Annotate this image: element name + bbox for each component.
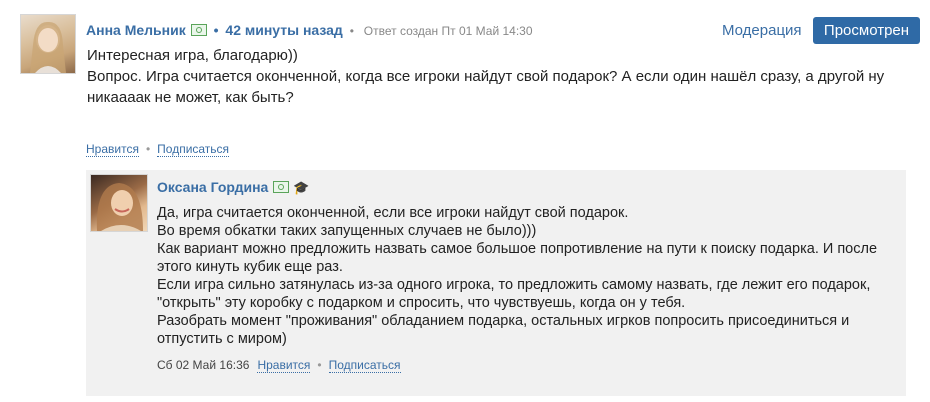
reply-line: Во время обкатки таких запущенных случае… xyxy=(157,223,537,239)
subscribe-link[interactable]: Подписаться xyxy=(328,358,401,373)
reply-author-avatar[interactable] xyxy=(90,174,148,232)
like-link[interactable]: Нравится xyxy=(257,358,311,373)
time-ago[interactable]: 42 минуты назад xyxy=(225,22,342,38)
separator-dot: • xyxy=(145,142,151,156)
comment-text: Интересная игра, благодарю)) Вопрос. Игр… xyxy=(87,45,907,108)
avatar-portrait-icon xyxy=(96,183,143,231)
author-avatar[interactable] xyxy=(20,14,76,74)
viewed-button[interactable]: Просмотрен xyxy=(813,17,920,44)
reply-date: Сб 02 Май 16:36 xyxy=(157,358,250,372)
comment-actions: Нравится • Подписаться xyxy=(86,142,230,157)
author-name[interactable]: Анна Мельник xyxy=(86,22,186,38)
separator-dot: • xyxy=(317,358,322,372)
money-badge-icon xyxy=(273,181,290,193)
comment-line: Интересная игра, благодарю)) xyxy=(87,47,298,64)
moderation-button[interactable]: Модерация xyxy=(722,22,802,39)
subscribe-link[interactable]: Подписаться xyxy=(157,142,230,157)
separator-dot: • xyxy=(349,24,354,38)
created-date: Ответ создан Пт 01 Май 14:30 xyxy=(363,24,533,38)
reply-author-name[interactable]: Оксана Гордина xyxy=(157,179,268,195)
reply-text: Да, игра считается оконченной, если все … xyxy=(157,204,902,348)
separator-dot: • xyxy=(213,22,219,38)
reply-line: Разобрать момент "проживания" обладанием… xyxy=(157,313,850,347)
comment-header: Анна Мельник • 42 минуты назад • Ответ с… xyxy=(86,21,533,40)
like-link[interactable]: Нравится xyxy=(86,142,139,157)
reply-line: Если игра сильно затянулась из-за одного… xyxy=(157,277,871,311)
reply-actions: Сб 02 Май 16:36 Нравится • Подписаться xyxy=(157,358,401,373)
reply-line: Да, игра считается оконченной, если все … xyxy=(157,205,629,221)
reply-header: Оксана Гордина 🎓 xyxy=(157,178,310,197)
graduation-cap-icon: 🎓 xyxy=(293,180,310,195)
reply-line: Как вариант можно предложить назвать сам… xyxy=(157,241,878,275)
avatar-portrait-icon xyxy=(30,21,66,73)
money-badge-icon xyxy=(190,24,207,36)
comment-line: Вопрос. Игра считается оконченной, когда… xyxy=(87,68,885,106)
